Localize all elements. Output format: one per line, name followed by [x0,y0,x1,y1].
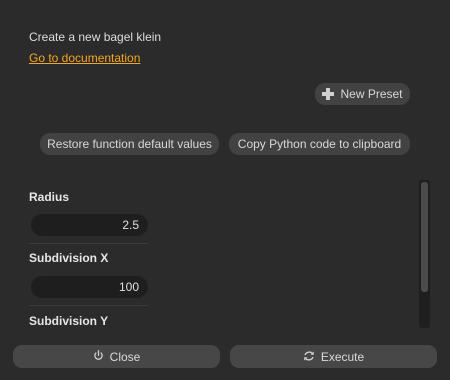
restore-defaults-button[interactable]: Restore function default values [40,133,219,155]
subdivision-x-field[interactable]: 100 [31,276,148,298]
divider [29,305,148,306]
param-label-subdivision-x: Subdivision X [29,251,109,265]
refresh-icon [303,350,315,364]
divider [29,243,148,244]
parameters-panel: Radius 2.5 Subdivision X 100 Subdivision… [29,180,409,328]
copy-python-code-button[interactable]: Copy Python code to clipboard [229,133,410,155]
plus-icon [322,88,335,100]
close-button[interactable]: Close [13,345,220,368]
param-label-radius: Radius [29,190,70,204]
radius-field[interactable]: 2.5 [31,214,148,236]
description-text: Create a new bagel klein [29,30,162,44]
new-preset-button[interactable]: New Preset [315,83,410,105]
param-label-subdivision-y: Subdivision Y [29,314,109,328]
close-label: Close [109,349,141,364]
scrollbar-thumb[interactable] [421,182,428,292]
scrollbar[interactable] [419,180,430,328]
execute-label: Execute [320,349,365,364]
new-preset-label: New Preset [340,87,403,101]
execute-button[interactable]: Execute [230,345,437,368]
documentation-link[interactable]: Go to documentation [29,51,140,65]
power-icon [93,350,104,363]
